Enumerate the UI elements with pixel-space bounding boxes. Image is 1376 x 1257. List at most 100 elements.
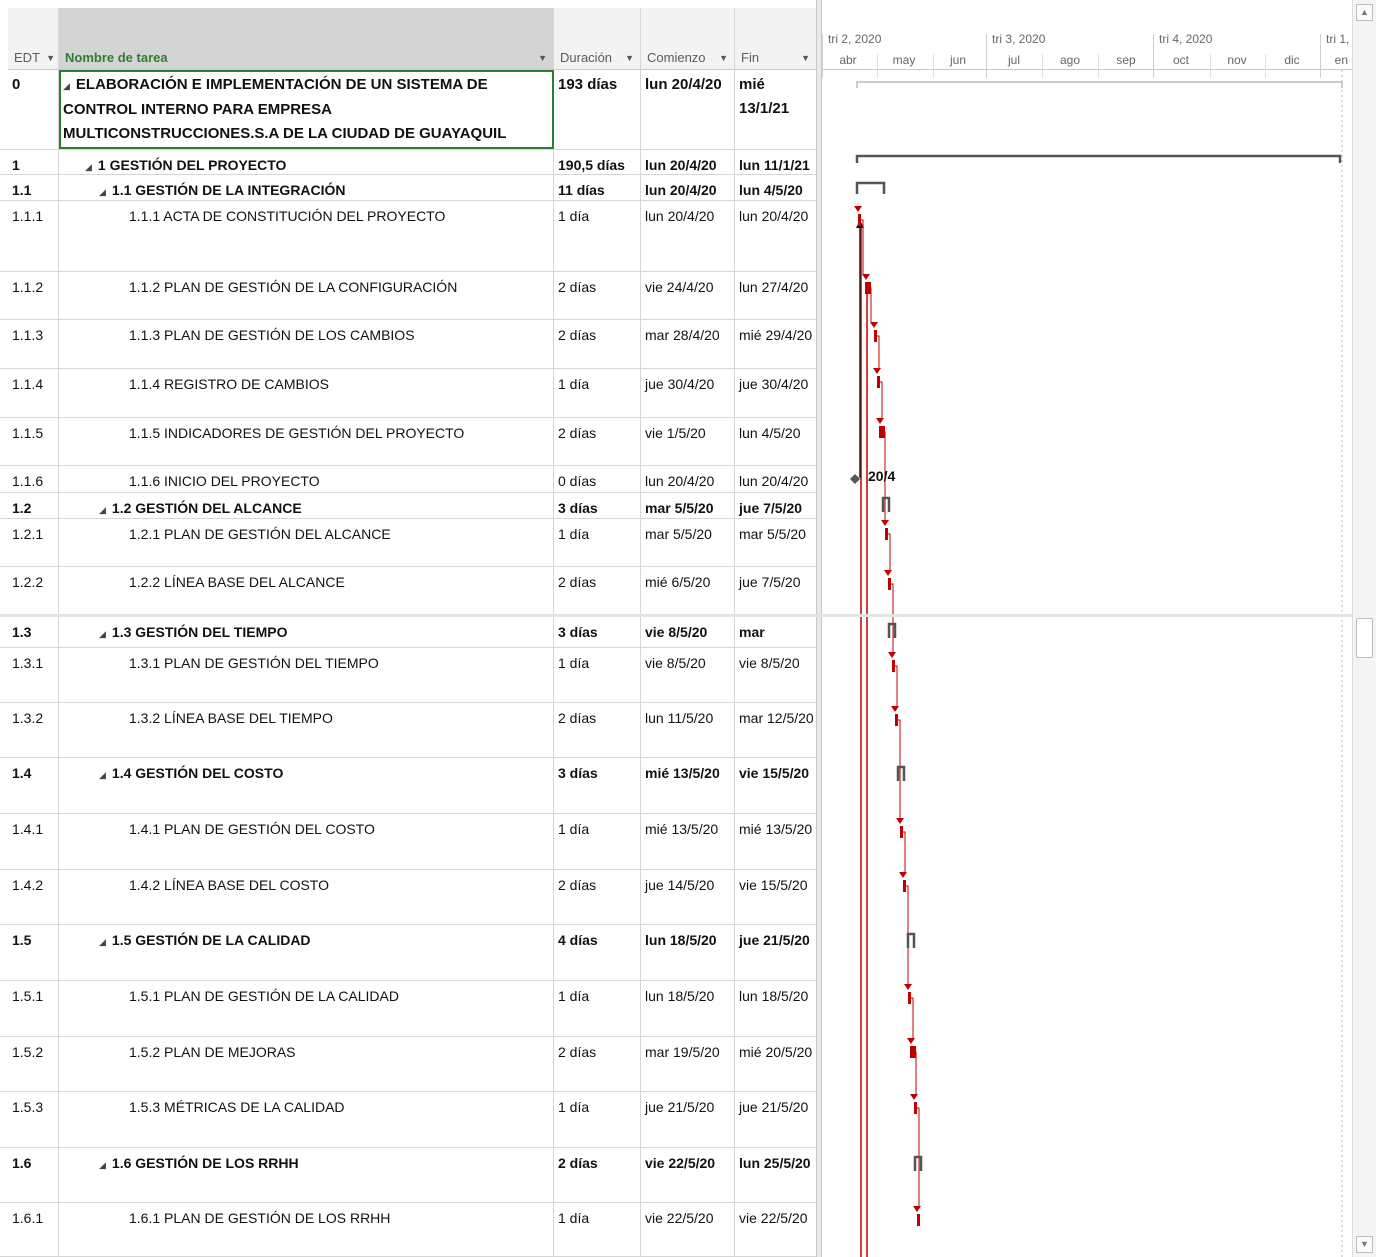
chevron-down-icon[interactable]: ▼ (801, 53, 810, 63)
table-row[interactable]: 1.6 ◢ 1.6 GESTIÓN DE LOS RRHH 2 días vie 22/… (0, 1148, 816, 1203)
task-duration[interactable]: 1 día (554, 519, 641, 566)
task-id[interactable]: 1.5.2 (8, 1037, 59, 1091)
task-name[interactable]: 1.6.1 PLAN DE GESTIÓN DE LOS RRHH (59, 1203, 554, 1256)
task-duration[interactable]: 2 días (554, 418, 641, 465)
column-header-name[interactable]: Nombre de tarea ▼ (59, 8, 554, 70)
task-finish[interactable]: mié 13/1/21 (735, 70, 816, 149)
task-id[interactable]: 1.2 (8, 493, 59, 518)
scrollbar-thumb[interactable] (1356, 618, 1373, 658)
task-finish[interactable]: mar 12/5/20 (735, 703, 816, 757)
task-duration[interactable]: 3 días (554, 617, 641, 647)
task-id[interactable]: 1.1 (8, 175, 59, 200)
table-row[interactable]: 1.1.6 1.1.6 INICIO DEL PROYECTO 0 días lun … (0, 466, 816, 493)
task-start[interactable]: mar 28/4/20 (641, 320, 735, 368)
task-finish[interactable]: lun 11/1/21 (735, 150, 816, 174)
table-row[interactable]: 1.4.2 1.4.2 LÍNEA BASE DEL COSTO 2 días jue… (0, 870, 816, 925)
task-duration[interactable]: 1 día (554, 981, 641, 1036)
collapse-triangle-icon[interactable]: ◢ (85, 162, 92, 172)
task-name[interactable]: 1.1.5 INDICADORES DE GESTIÓN DEL PROYECT… (59, 418, 554, 465)
task-start[interactable]: jue 30/4/20 (641, 369, 735, 417)
table-row[interactable]: 0 ◢ ELABORACIÓN E IMPLEMENTACIÓN DE UN SIS… (0, 70, 816, 150)
scroll-up-icon[interactable]: ▲ (1356, 4, 1373, 21)
task-finish[interactable]: mar 5/5/20 (735, 519, 816, 566)
task-duration[interactable]: 1 día (554, 369, 641, 417)
task-name[interactable]: 1.1.1 ACTA DE CONSTITUCIÓN DEL PROYECTO (59, 201, 554, 271)
task-finish[interactable]: jue 21/5/20 (735, 925, 816, 980)
task-finish[interactable]: lun 20/4/20 (735, 466, 816, 492)
task-name[interactable]: ◢ 1.4 GESTIÓN DEL COSTO (59, 758, 554, 813)
collapse-triangle-icon[interactable]: ◢ (99, 937, 106, 947)
task-start[interactable]: lun 20/4/20 (641, 466, 735, 492)
task-finish[interactable]: lun 4/5/20 (735, 418, 816, 465)
task-duration[interactable]: 1 día (554, 1203, 641, 1256)
task-start[interactable]: vie 8/5/20 (641, 648, 735, 702)
table-row[interactable]: 1.5.3 1.5.3 MÉTRICAS DE LA CALIDAD 1 día ju… (0, 1092, 816, 1148)
task-id[interactable]: 1.3 (8, 617, 59, 647)
table-row[interactable]: 1.3.1 1.3.1 PLAN DE GESTIÓN DEL TIEMPO 1 d… (0, 648, 816, 703)
task-id[interactable]: 1 (8, 150, 59, 174)
task-finish[interactable]: vie 15/5/20 (735, 758, 816, 813)
task-duration[interactable]: 2 días (554, 1037, 641, 1091)
task-finish[interactable]: jue 7/5/20 (735, 493, 816, 518)
task-duration[interactable]: 193 días (554, 70, 641, 149)
task-id[interactable]: 1.4.2 (8, 870, 59, 924)
task-start[interactable]: mar 5/5/20 (641, 493, 735, 518)
task-start[interactable]: lun 20/4/20 (641, 150, 735, 174)
table-row[interactable]: 1 ◢ 1 GESTIÓN DEL PROYECTO 190,5 días lun 20… (0, 150, 816, 175)
task-duration[interactable]: 2 días (554, 870, 641, 924)
task-start[interactable]: mié 13/5/20 (641, 758, 735, 813)
collapse-triangle-icon[interactable]: ◢ (99, 187, 106, 197)
task-finish[interactable]: mié 20/5/20 (735, 1037, 816, 1091)
table-row[interactable]: 1.2.2 1.2.2 LÍNEA BASE DEL ALCANCE 2 días m… (0, 567, 816, 617)
chevron-down-icon[interactable]: ▼ (719, 53, 728, 63)
task-name[interactable]: 1.1.4 REGISTRO DE CAMBIOS (59, 369, 554, 417)
task-name[interactable]: 1.3.1 PLAN DE GESTIÓN DEL TIEMPO (59, 648, 554, 702)
task-name[interactable]: 1.4.2 LÍNEA BASE DEL COSTO (59, 870, 554, 924)
task-name[interactable]: ◢ 1.1 GESTIÓN DE LA INTEGRACIÓN (59, 175, 554, 200)
task-id[interactable]: 1.3.2 (8, 703, 59, 757)
task-duration[interactable]: 1 día (554, 648, 641, 702)
task-finish[interactable]: jue 21/5/20 (735, 1092, 816, 1147)
task-duration[interactable]: 11 días (554, 175, 641, 200)
table-row[interactable]: 1.1 ◢ 1.1 GESTIÓN DE LA INTEGRACIÓN 11 días… (0, 175, 816, 201)
task-id[interactable]: 1.4 (8, 758, 59, 813)
task-id[interactable]: 1.1.5 (8, 418, 59, 465)
task-start[interactable]: vie 8/5/20 (641, 617, 735, 647)
task-finish[interactable]: mié 29/4/20 (735, 320, 816, 368)
task-start[interactable]: vie 22/5/20 (641, 1203, 735, 1256)
task-id[interactable]: 0 (8, 70, 59, 149)
task-finish[interactable]: vie 15/5/20 (735, 870, 816, 924)
task-name[interactable]: ◢ 1.5 GESTIÓN DE LA CALIDAD (59, 925, 554, 980)
task-start[interactable]: lun 11/5/20 (641, 703, 735, 757)
task-duration[interactable]: 1 día (554, 814, 641, 869)
table-row[interactable]: 1.1.4 1.1.4 REGISTRO DE CAMBIOS 1 día jue 3… (0, 369, 816, 418)
collapse-triangle-icon[interactable]: ◢ (99, 1160, 106, 1170)
collapse-triangle-icon[interactable]: ◢ (63, 81, 70, 91)
task-finish[interactable]: mar 12/5/20 (735, 617, 816, 647)
task-start[interactable]: jue 14/5/20 (641, 870, 735, 924)
task-duration[interactable]: 1 día (554, 201, 641, 271)
task-finish[interactable]: lun 27/4/20 (735, 272, 816, 319)
task-finish[interactable]: mié 13/5/20 (735, 814, 816, 869)
task-start[interactable]: mar 5/5/20 (641, 519, 735, 566)
task-start[interactable]: lun 20/4/20 (641, 201, 735, 271)
task-finish[interactable]: lun 4/5/20 (735, 175, 816, 200)
task-id[interactable]: 1.1.3 (8, 320, 59, 368)
collapse-triangle-icon[interactable]: ◢ (99, 770, 106, 780)
task-start[interactable]: lun 18/5/20 (641, 981, 735, 1036)
task-start[interactable]: lun 20/4/20 (641, 175, 735, 200)
task-duration[interactable]: 0 días (554, 466, 641, 492)
task-name[interactable]: 1.1.6 INICIO DEL PROYECTO (59, 466, 554, 492)
task-finish[interactable]: lun 25/5/20 (735, 1148, 816, 1202)
task-id[interactable]: 1.5 (8, 925, 59, 980)
task-id[interactable]: 1.6 (8, 1148, 59, 1202)
table-row[interactable]: 1.2.1 1.2.1 PLAN DE GESTIÓN DEL ALCANCE 1 … (0, 519, 816, 567)
task-start[interactable]: vie 24/4/20 (641, 272, 735, 319)
task-name[interactable]: ◢ 1.6 GESTIÓN DE LOS RRHH (59, 1148, 554, 1202)
task-id[interactable]: 1.3.1 (8, 648, 59, 702)
chevron-down-icon[interactable]: ▼ (46, 53, 55, 63)
task-start[interactable]: mié 6/5/20 (641, 567, 735, 616)
task-name[interactable]: ◢ 1.3 GESTIÓN DEL TIEMPO (59, 617, 554, 647)
task-finish[interactable]: lun 18/5/20 (735, 981, 816, 1036)
task-start[interactable]: mar 19/5/20 (641, 1037, 735, 1091)
